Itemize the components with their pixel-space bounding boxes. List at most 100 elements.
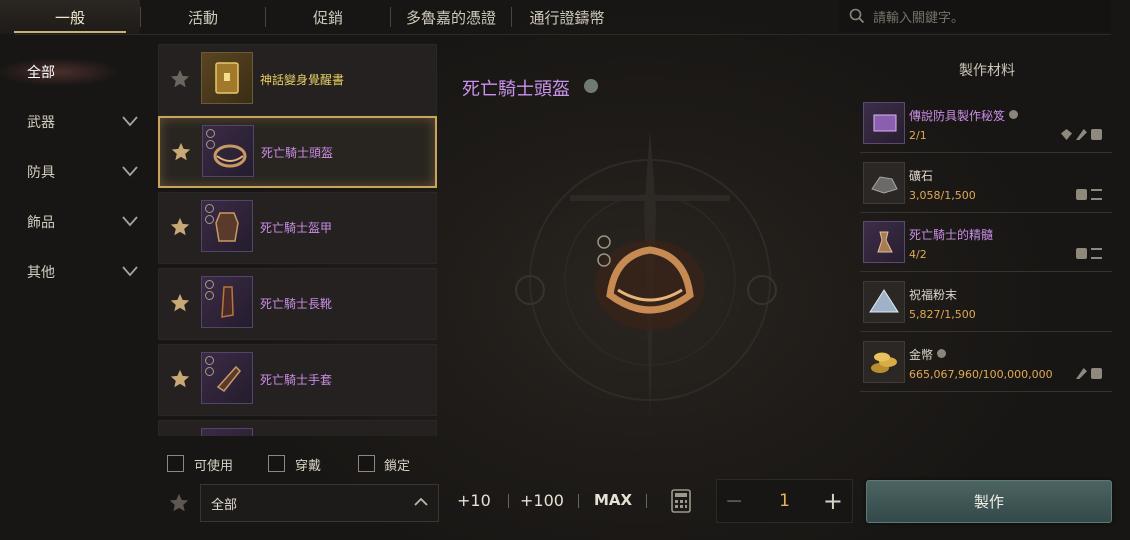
item-name: 死亡騎士長靴	[260, 297, 333, 311]
info-icon	[937, 349, 947, 358]
search-icon	[849, 8, 865, 24]
material-name: 傳說防具製作秘笈	[909, 109, 1006, 123]
grade-pip	[205, 367, 214, 376]
list-item-selected[interactable]: 死亡騎士頭盔	[158, 116, 437, 188]
powder-icon	[863, 281, 905, 323]
search-input[interactable]: 請輸入關鍵字。	[839, 0, 1111, 32]
shop-bag-icon[interactable]	[1091, 368, 1102, 379]
craft-hammer-icon[interactable]	[1076, 129, 1087, 140]
material-row[interactable]: 祝福粉末 5,827/1,500	[860, 276, 1112, 332]
helmet-preview-image	[515, 130, 777, 420]
detail-title: 死亡騎士頭盔	[462, 79, 570, 100]
equipped-label: 穿戴	[295, 459, 322, 474]
calculator-icon[interactable]	[670, 489, 692, 513]
category-others[interactable]: 其他	[0, 255, 150, 289]
tab-general[interactable]: 一般	[0, 0, 140, 34]
grade-pip	[205, 280, 214, 289]
equipped-checkbox[interactable]	[268, 455, 285, 472]
star-icon[interactable]	[169, 216, 191, 238]
grade-select-value: 全部	[211, 497, 238, 513]
material-count: 3,058/1,500	[909, 189, 976, 202]
list-item[interactable]: 神話變身覺醒書	[158, 44, 437, 116]
list-item[interactable]: 死亡騎士手套	[158, 344, 437, 416]
crafting-window: 一般 活動 促銷 多魯嘉的憑證 通行證鑄幣 請輸入關鍵字。 全部 武器 防具 飾…	[0, 0, 1130, 540]
tab-pass-coins[interactable]: 通行證鑄幣	[512, 0, 622, 34]
category-label: 飾品	[27, 215, 55, 231]
recipe-book-icon	[863, 102, 905, 144]
search-placeholder: 請輸入關鍵字。	[873, 10, 965, 26]
usable-label: 可使用	[194, 459, 234, 474]
chevron-down-icon[interactable]	[122, 215, 138, 227]
divider	[578, 494, 579, 508]
grade-pip	[206, 129, 215, 138]
category-weapons[interactable]: 武器	[0, 105, 150, 139]
locked-label: 鎖定	[384, 459, 411, 474]
material-row[interactable]: 金幣 665,067,960/100,000,000	[860, 336, 1112, 392]
item-name: 神話變身覺醒書	[260, 73, 345, 87]
shop-bag-icon[interactable]	[1091, 129, 1102, 140]
chevron-down-icon[interactable]	[122, 115, 138, 127]
source-icons	[1061, 129, 1102, 140]
scale-icon[interactable]	[1091, 248, 1102, 259]
item-name: 死亡騎士手套	[260, 373, 333, 387]
category-armor[interactable]: 防具	[0, 155, 150, 189]
essence-icon	[863, 221, 905, 263]
star-icon[interactable]	[169, 368, 191, 390]
tab-bar: 一般 活動 促銷 多魯嘉的憑證 通行證鑄幣	[0, 0, 830, 34]
grade-pip	[206, 140, 215, 149]
grade-select[interactable]: 全部	[200, 484, 439, 522]
max-button[interactable]: MAX	[594, 491, 632, 509]
category-all[interactable]: 全部	[0, 55, 150, 89]
material-name: 死亡騎士的精髓	[909, 228, 994, 242]
locked-checkbox[interactable]	[358, 455, 375, 472]
scale-icon[interactable]	[1091, 189, 1102, 200]
tab-promotions[interactable]: 促銷	[266, 0, 390, 34]
material-count: 4/2	[909, 248, 927, 261]
item-list[interactable]: 神話變身覺醒書 死亡騎士頭盔 死亡騎士盔甲 死亡騎士長靴 死亡騎士手套	[158, 44, 439, 436]
material-row[interactable]: 礦石 3,058/1,500	[860, 157, 1112, 213]
craft-hammer-icon[interactable]	[1076, 368, 1087, 379]
chevron-down-icon[interactable]	[122, 265, 138, 277]
category-label: 其他	[27, 265, 55, 281]
shop-bag-icon[interactable]	[1076, 189, 1087, 200]
mythic-book-icon	[201, 52, 253, 104]
usable-checkbox[interactable]	[167, 455, 184, 472]
item-name: 死亡騎士頭盔	[261, 146, 334, 160]
shop-bag-icon[interactable]	[1076, 248, 1087, 259]
material-row[interactable]: 傳說防具製作秘笈 2/1	[860, 97, 1112, 153]
quantity-stepper[interactable]: − 1 +	[716, 479, 853, 523]
material-row[interactable]: 死亡騎士的精髓 4/2	[860, 216, 1112, 272]
craft-button[interactable]: 製作	[866, 480, 1112, 523]
plus-10-button[interactable]: +10	[457, 491, 491, 510]
material-name: 礦石	[909, 169, 934, 183]
star-icon[interactable]	[169, 68, 191, 90]
info-icon	[1009, 110, 1019, 119]
material-count: 2/1	[909, 129, 927, 142]
gold-coin-icon	[863, 341, 905, 383]
ore-icon	[863, 162, 905, 204]
header-divider	[15, 34, 1111, 35]
category-label: 防具	[27, 165, 55, 181]
grade-pip	[205, 356, 214, 365]
material-name: 金幣	[909, 348, 934, 362]
grade-pip	[205, 204, 214, 213]
category-accessories[interactable]: 飾品	[0, 205, 150, 239]
grade-pip	[205, 215, 214, 224]
increase-button[interactable]: +	[823, 487, 843, 515]
list-item-partial[interactable]	[158, 420, 437, 436]
tab-dorugar-tokens[interactable]: 多魯嘉的憑證	[391, 0, 511, 34]
list-item[interactable]: 死亡騎士長靴	[158, 268, 437, 340]
star-icon[interactable]	[168, 492, 190, 514]
chevron-down-icon[interactable]	[122, 165, 138, 177]
info-icon[interactable]	[584, 79, 598, 93]
material-count: 5,827/1,500	[909, 308, 976, 321]
exchange-icon[interactable]	[1061, 129, 1072, 140]
tab-events[interactable]: 活動	[141, 0, 265, 34]
plus-100-button[interactable]: +100	[520, 491, 564, 510]
star-icon[interactable]	[169, 292, 191, 314]
list-item[interactable]: 死亡騎士盔甲	[158, 192, 437, 264]
material-name: 祝福粉末	[909, 288, 958, 302]
star-icon[interactable]	[170, 141, 192, 163]
category-label: 武器	[27, 115, 55, 131]
divider	[508, 494, 509, 508]
